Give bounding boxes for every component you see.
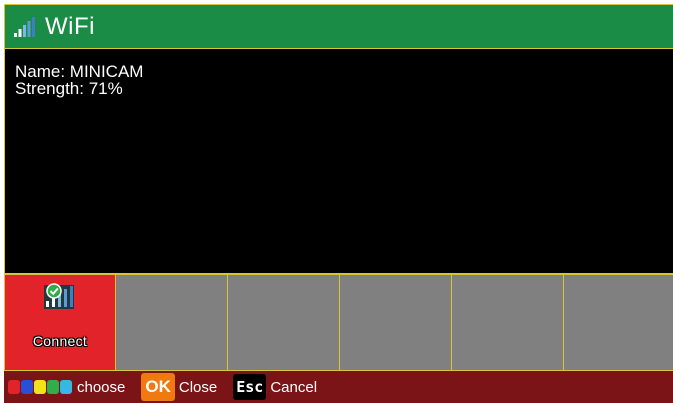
cancel-hint: Cancel [270,378,318,396]
choose-hint: choose [77,378,126,396]
close-hint: Close [178,378,218,396]
connect-button[interactable]: Connect [4,274,116,370]
empty-tile[interactable] [564,274,673,370]
blue-key-icon [21,380,33,394]
connect-label: Connect [32,333,88,349]
color-keys-icon [8,380,73,394]
signal-strength: Strength: 71% [15,79,123,98]
page-title: WiFi [45,12,95,40]
empty-tile[interactable] [228,274,340,370]
empty-tile[interactable] [116,274,228,370]
header-bar: WiFi [4,4,673,48]
red-key-icon [8,380,20,394]
wifi-signal-icon [14,16,35,37]
action-tiles: Connect [4,274,673,370]
network-name: Name: MINICAM [15,62,144,81]
green-key-icon [47,380,59,394]
empty-tile[interactable] [452,274,564,370]
network-info-panel: Name: MINICAM Strength: 71% [4,48,673,274]
cyan-key-icon [60,380,72,394]
footer-hint-bar: choose OK Close Esc Cancel [4,370,673,403]
esc-key-icon[interactable]: Esc [233,374,267,400]
ok-key-icon[interactable]: OK [141,373,175,401]
connect-check-signal-icon [44,283,74,309]
wifi-screen: WiFi Name: MINICAM Strength: 71% Connect [4,4,673,403]
empty-tile[interactable] [340,274,452,370]
yellow-key-icon [34,380,46,394]
